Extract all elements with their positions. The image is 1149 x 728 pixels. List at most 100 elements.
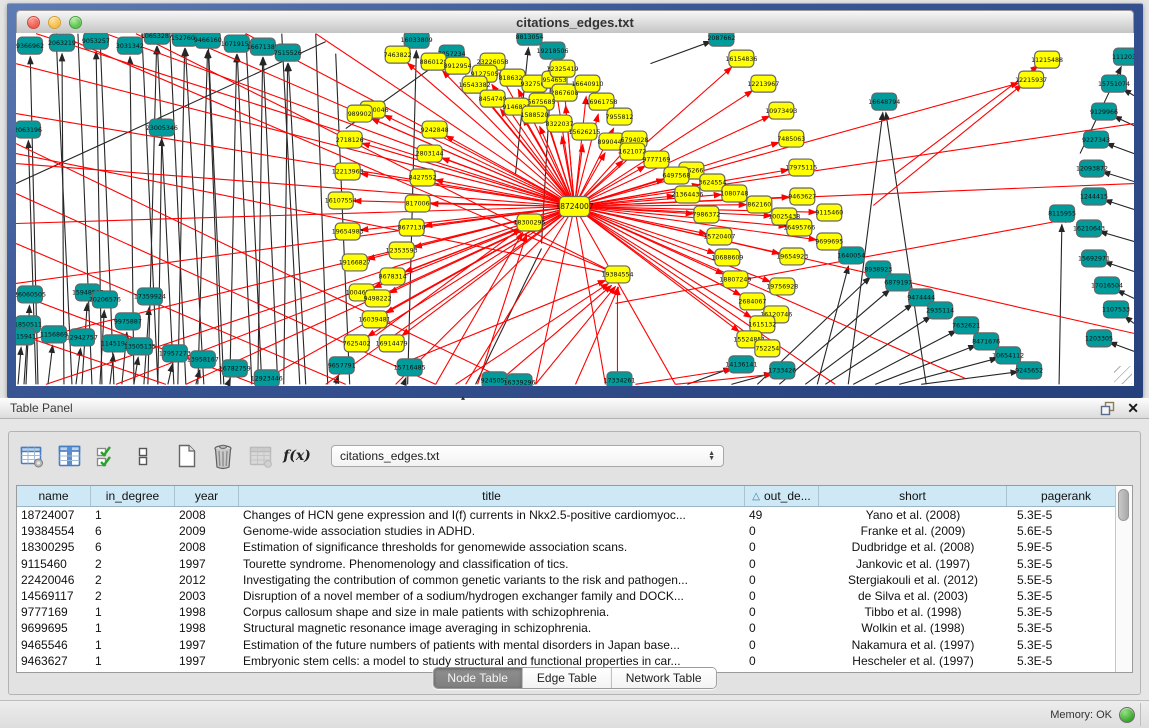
- graph-node[interactable]: 9777169: [642, 151, 670, 168]
- graph-node[interactable]: 1107533: [1102, 301, 1130, 318]
- table-scrollbar[interactable]: [1115, 486, 1132, 672]
- graph-node[interactable]: 3915941: [16, 328, 36, 345]
- table-selector-combobox[interactable]: citations_edges.txt ▲▼: [331, 445, 724, 467]
- graph-node[interactable]: 9053257: [82, 33, 110, 49]
- row-height-button[interactable]: [130, 443, 156, 469]
- select-rows-button[interactable]: [93, 443, 119, 469]
- column-header-year[interactable]: year: [175, 486, 239, 506]
- new-file-button[interactable]: [173, 443, 199, 469]
- graph-node[interactable]: 8677130: [398, 219, 426, 236]
- column-header-pagerank[interactable]: pagerank: [1007, 486, 1115, 506]
- graph-node[interactable]: 12353593: [386, 242, 418, 259]
- graph-node[interactable]: 17359924: [134, 288, 166, 305]
- table-row[interactable]: 1830029562008Estimation of significance …: [17, 539, 1115, 555]
- graph-node[interactable]: 20206576: [89, 291, 121, 308]
- graph-node[interactable]: 12213967: [747, 75, 779, 92]
- table-row[interactable]: 1938455462009Genome-wide association stu…: [17, 523, 1115, 539]
- table-row[interactable]: 969969511998Structural magnetic resonanc…: [17, 620, 1115, 636]
- graph-node[interactable]: 7955812: [605, 108, 633, 125]
- graph-node[interactable]: 19756928: [766, 278, 798, 295]
- column-header-out_de[interactable]: △out_de...: [745, 486, 819, 506]
- table-row[interactable]: 977716911998Corpus callosum shape and si…: [17, 604, 1115, 620]
- graph-node[interactable]: 21364436: [671, 186, 703, 203]
- graph-node[interactable]: 7986372: [692, 206, 720, 223]
- graph-node[interactable]: 9657791: [328, 357, 356, 374]
- delete-table-button[interactable]: [210, 443, 236, 469]
- graph-node[interactable]: 26060505: [16, 286, 46, 303]
- graph-node[interactable]: 1244415: [1080, 188, 1108, 205]
- graph-node[interactable]: 7632621: [952, 317, 980, 334]
- graph-node[interactable]: 12942757: [66, 329, 98, 346]
- close-panel-icon[interactable]: ✕: [1127, 401, 1139, 415]
- graph-node[interactable]: 10688609: [711, 249, 743, 266]
- graph-node[interactable]: 19166827: [339, 254, 371, 271]
- table-row[interactable]: 1872400712008Changes of HCN gene express…: [17, 507, 1115, 523]
- table-row[interactable]: 911546021997Tourette syndrome. Phenomeno…: [17, 556, 1115, 572]
- graph-node[interactable]: 19654983: [332, 223, 364, 240]
- graph-node[interactable]: 9227343: [1082, 131, 1110, 148]
- graph-node[interactable]: 7485063: [777, 130, 805, 147]
- graph-node[interactable]: 12213963: [332, 163, 364, 180]
- graph-node[interactable]: 16154836: [725, 50, 757, 67]
- graph-node[interactable]: 2063196: [16, 121, 42, 138]
- show-columns-button[interactable]: [56, 443, 82, 469]
- graph-node[interactable]: 7463822: [384, 46, 412, 63]
- graph-node[interactable]: 3031342: [116, 37, 144, 54]
- graph-node[interactable]: 10654112: [992, 347, 1024, 364]
- graph-node[interactable]: 18300295: [514, 214, 546, 231]
- graph-node[interactable]: 15692971: [1078, 250, 1110, 267]
- graph-node[interactable]: 15720407: [703, 228, 735, 245]
- graph-node[interactable]: 1640054: [837, 247, 865, 264]
- graph-node[interactable]: 9245652: [1015, 362, 1043, 379]
- graph-node[interactable]: 12215937: [1015, 71, 1047, 88]
- graph-node[interactable]: 8813054: [516, 33, 544, 45]
- graph-node[interactable]: 19654923: [776, 248, 808, 265]
- graph-node[interactable]: 15626215: [568, 123, 600, 140]
- tab-network-table[interactable]: Network Table: [612, 668, 716, 688]
- graph-node[interactable]: 23005346: [146, 119, 178, 136]
- graph-node[interactable]: 2063219: [48, 34, 76, 51]
- graph-node[interactable]: 7515526: [274, 44, 302, 61]
- graph-node[interactable]: 16339296: [504, 374, 536, 386]
- graph-node[interactable]: 10973493: [765, 102, 797, 119]
- graph-node[interactable]: 1203305: [1085, 330, 1113, 347]
- graph-node[interactable]: 9498222: [364, 290, 392, 307]
- graph-node[interactable]: 6879197: [884, 274, 912, 291]
- graph-node[interactable]: 12923446: [251, 370, 283, 386]
- graph-node[interactable]: 9115460: [815, 204, 843, 221]
- column-header-in_degree[interactable]: in_degree: [91, 486, 175, 506]
- table-row[interactable]: 946554611997Estimation of the future num…: [17, 637, 1115, 653]
- table-row[interactable]: 1456911722003Disruption of a novel membe…: [17, 588, 1115, 604]
- graph-node[interactable]: 6497568: [662, 167, 690, 184]
- function-builder-button[interactable]: f(x): [284, 443, 310, 469]
- tab-edge-table[interactable]: Edge Table: [523, 668, 612, 688]
- graph-node[interactable]: 9129966: [1090, 103, 1118, 120]
- graph-node[interactable]: 7625402: [343, 335, 371, 352]
- network-svg[interactable]: 9366962206321990532573031342106532871527…: [16, 33, 1134, 386]
- graph-node[interactable]: 8115955: [1048, 205, 1076, 222]
- graph-node[interactable]: 19218506: [537, 42, 569, 59]
- window-titlebar[interactable]: citations_edges.txt: [16, 10, 1134, 35]
- graph-node[interactable]: 8912954: [444, 57, 472, 74]
- graph-node[interactable]: 8678314: [379, 268, 407, 285]
- table-panel-header[interactable]: Table Panel ✕: [0, 398, 1149, 419]
- graph-node[interactable]: 16495766: [783, 219, 815, 236]
- panel-splitter-caret[interactable]: ▴: [461, 394, 465, 402]
- graph-node[interactable]: 2803144: [416, 145, 444, 162]
- graph-node[interactable]: 14136141: [725, 356, 757, 373]
- float-panel-icon[interactable]: [1100, 401, 1115, 416]
- tab-node-table[interactable]: Node Table: [433, 668, 523, 688]
- graph-node[interactable]: 16914479: [376, 335, 408, 352]
- graph-node[interactable]: 16107554: [325, 192, 357, 209]
- graph-node[interactable]: 1080748: [720, 185, 748, 202]
- column-header-title[interactable]: title: [239, 486, 745, 506]
- graph-node[interactable]: 15751074: [1098, 75, 1130, 92]
- graph-node[interactable]: 16640910: [571, 75, 603, 92]
- graph-node[interactable]: 13958167: [187, 351, 219, 368]
- graph-node[interactable]: 16210643: [1073, 220, 1105, 237]
- graph-node[interactable]: 17334261: [603, 372, 635, 386]
- table-settings-button[interactable]: [19, 443, 45, 469]
- graph-node[interactable]: 989902: [347, 105, 372, 122]
- table-row[interactable]: 2242004622012Investigating the contribut…: [17, 572, 1115, 588]
- table-scrollbar-thumb[interactable]: [1118, 489, 1129, 521]
